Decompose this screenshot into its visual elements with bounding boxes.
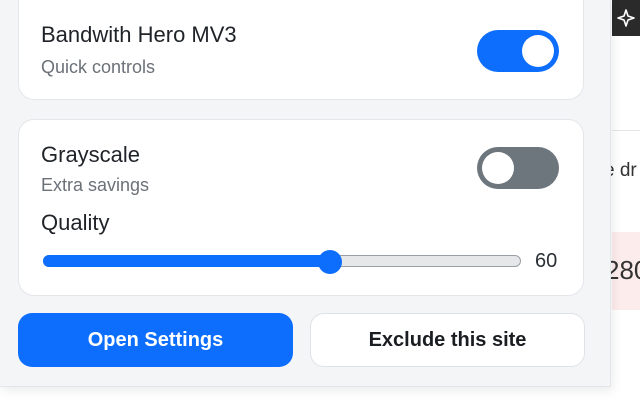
sparkle-icon[interactable] — [617, 9, 635, 27]
extension-card: Bandwith Hero MV3 Quick controls — [18, 0, 584, 100]
slider-fill — [43, 255, 330, 267]
toggle-knob — [482, 152, 514, 184]
slider-thumb[interactable] — [318, 250, 342, 274]
quality-slider[interactable] — [43, 250, 523, 274]
exclude-site-button[interactable]: Exclude this site — [310, 313, 585, 367]
extension-name: Bandwith Hero MV3 — [41, 22, 237, 47]
open-settings-button[interactable]: Open Settings — [18, 313, 293, 367]
screen: e dr 280 Bandwith Hero MV3 Quick control… — [0, 0, 640, 400]
extension-popup: Bandwith Hero MV3 Quick controls Graysca… — [0, 0, 611, 387]
toggle-knob — [522, 35, 554, 67]
quality-value: 60 — [535, 250, 558, 272]
grayscale-label: Grayscale — [41, 142, 141, 167]
quality-label: Quality — [41, 210, 110, 235]
grayscale-subtitle: Extra savings — [41, 175, 150, 195]
grayscale-toggle[interactable] — [477, 147, 559, 189]
extension-subtitle: Quick controls — [41, 57, 156, 77]
background-topbar — [612, 0, 640, 36]
extension-enabled-toggle[interactable] — [477, 30, 559, 72]
background-divider — [612, 130, 640, 131]
grayscale-card: Grayscale Extra savings Quality 60 — [18, 119, 584, 296]
